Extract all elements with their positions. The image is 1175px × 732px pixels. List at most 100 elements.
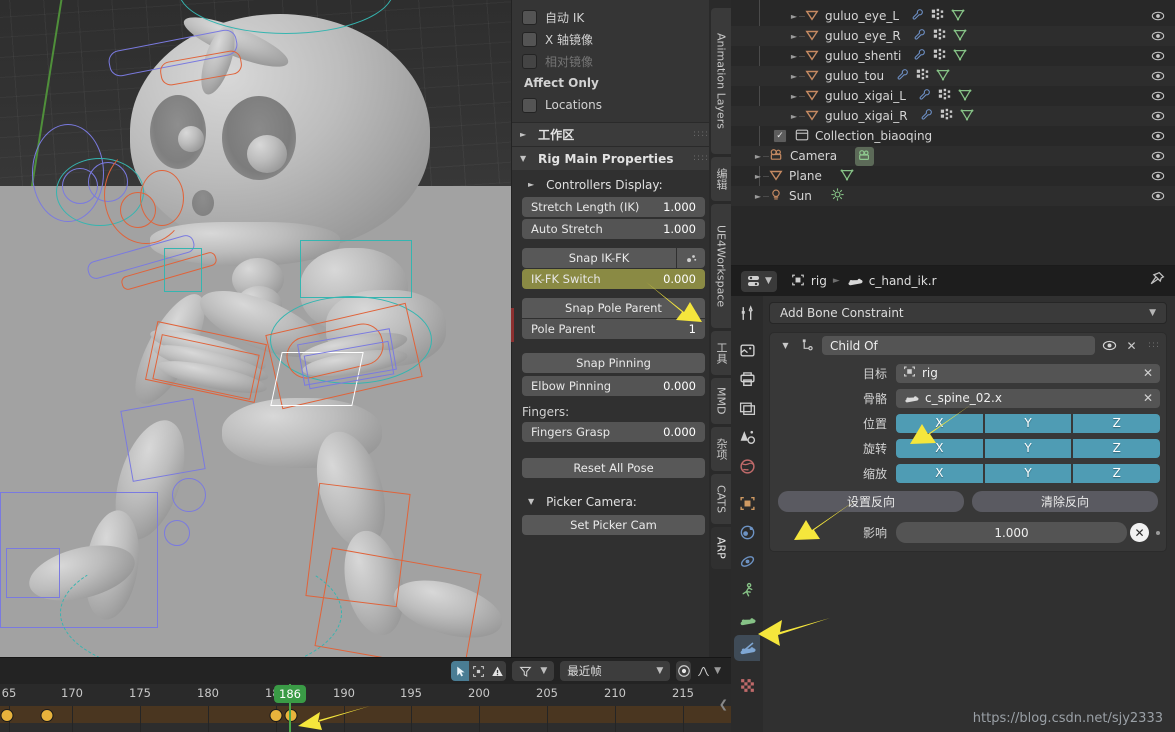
expand-triangle-icon[interactable]: ►	[753, 171, 763, 181]
interpolation-dropdown[interactable]: ▼	[693, 665, 721, 678]
current-frame-indicator[interactable]: 186	[274, 685, 306, 703]
keyframe-marker[interactable]	[0, 709, 14, 722]
breadcrumb-object-name[interactable]: rig	[811, 274, 827, 288]
constraint-target-row[interactable]: 目标 rig ✕	[776, 362, 1160, 384]
checkbox-auto-ik[interactable]	[522, 9, 537, 25]
light-data-icon[interactable]	[830, 187, 845, 205]
field-stretch-length-ik[interactable]: Stretch Length (IK) 1.000	[522, 197, 705, 217]
clear-influence-keyframe-icon[interactable]: ✕	[1130, 523, 1149, 542]
keyframe-marker[interactable]	[284, 709, 298, 722]
outliner-row-guluo-eye-r[interactable]: ► guluo_eye_R	[731, 26, 1175, 46]
modifier-icon[interactable]	[938, 88, 951, 104]
tab-modifiers[interactable]	[734, 519, 760, 545]
outliner-editor[interactable]: ► guluo_eye_L ► guluo_eye_R ► guluo_shen…	[731, 0, 1175, 265]
mesh-data-icon[interactable]	[960, 108, 974, 125]
constraint-bone-field[interactable]: c_spine_02.x ✕	[896, 388, 1160, 408]
reset-all-pose-button[interactable]: Reset All Pose	[522, 458, 705, 478]
sidebar-tab-arp[interactable]: ARP	[711, 527, 731, 569]
visibility-eye-icon[interactable]	[1151, 189, 1165, 203]
clear-bone-icon[interactable]: ✕	[1143, 391, 1153, 405]
side-panel-tab-strip[interactable]: Animation Layers 编辑 UE4Workspace 工具 MMD …	[709, 0, 731, 657]
set-inverse-button[interactable]: 设置反向	[778, 491, 964, 512]
checkbox-locations[interactable]	[522, 97, 537, 113]
option-x-axis-mirror[interactable]: X 轴镜像	[512, 28, 715, 50]
constraint-bone-row[interactable]: 骨骼 c_spine_02.x ✕	[776, 387, 1160, 409]
show-errors-icon[interactable]	[487, 661, 507, 681]
tab-physics[interactable]	[734, 548, 760, 574]
outliner-row-camera[interactable]: ► Camera	[731, 146, 1175, 166]
rotation-axis-toggles[interactable]: X Y Z	[896, 438, 1161, 458]
timeline-collapse-arrow-icon[interactable]: ❮	[719, 698, 728, 711]
modifier-icon[interactable]	[916, 68, 929, 84]
tab-view-layer[interactable]	[734, 395, 760, 421]
wrench-icon[interactable]	[913, 28, 926, 44]
snap-ik-fk-button[interactable]: Snap IK-FK	[522, 248, 676, 268]
constraint-delete-icon[interactable]: ✕	[1124, 338, 1139, 353]
visibility-eye-icon[interactable]	[1151, 49, 1165, 63]
panel-header-rig-main-properties[interactable]: ▼ Rig Main Properties ::::	[512, 146, 715, 170]
option-locations[interactable]: Locations	[512, 94, 715, 116]
visibility-eye-icon[interactable]	[1151, 129, 1165, 143]
checkbox-x-axis-mirror[interactable]	[522, 31, 537, 47]
scale-x-toggle[interactable]: X	[896, 463, 983, 483]
timeline-keyframe-track[interactable]	[0, 706, 731, 732]
outliner-row-guluo-tou[interactable]: ► guluo_tou	[731, 66, 1175, 86]
filter-dropdown[interactable]: ▼	[512, 661, 555, 681]
expand-triangle-icon[interactable]: ►	[789, 51, 799, 61]
keying-set-dropdown[interactable]: 最近帧 ▼	[560, 661, 671, 681]
expand-triangle-icon[interactable]: ►	[753, 151, 763, 161]
rotation-x-toggle[interactable]: X	[896, 438, 983, 458]
constraint-rotation-row[interactable]: 旋转 X Y Z	[776, 437, 1161, 459]
field-auto-stretch[interactable]: Auto Stretch 1.000	[522, 219, 705, 239]
location-z-toggle[interactable]: Z	[1073, 413, 1161, 433]
outliner-row-collection-biaoqing[interactable]: ✓ Collection_biaoqing	[731, 126, 1175, 146]
subpanel-picker-camera[interactable]: ▼ Picker Camera:	[512, 491, 715, 512]
auto-keying-controls[interactable]: ▼	[676, 661, 721, 681]
tab-tool[interactable]	[734, 300, 760, 326]
add-bone-constraint-dropdown[interactable]: Add Bone Constraint ▼	[769, 302, 1167, 324]
pin-id-icon[interactable]	[1148, 271, 1165, 291]
tab-object-data-armature[interactable]	[734, 577, 760, 603]
visibility-eye-icon[interactable]	[1151, 169, 1165, 183]
wrench-icon[interactable]	[918, 88, 931, 104]
drag-grip-icon[interactable]: ::::	[693, 131, 707, 138]
visibility-eye-icon[interactable]	[1151, 29, 1165, 43]
modifier-icon[interactable]	[931, 8, 944, 24]
show-hidden-icon[interactable]	[469, 661, 488, 681]
field-elbow-pinning[interactable]: Elbow Pinning 0.000	[522, 376, 705, 396]
constraint-influence-row[interactable]: 影响 1.000 ✕	[776, 522, 1160, 543]
outliner-row-guluo-xigai-l[interactable]: ► guluo_xigai_L	[731, 86, 1175, 106]
properties-header[interactable]: ▼ rig ► c_hand_ik.r	[731, 266, 1175, 296]
wrench-icon[interactable]	[913, 48, 926, 64]
panel-header-workspace[interactable]: ► 工作区 ::::	[512, 122, 715, 146]
timeline-header[interactable]: ▼ 最近帧 ▼ ▼	[451, 658, 731, 684]
location-y-toggle[interactable]: Y	[984, 413, 1072, 433]
breadcrumb-bone-name[interactable]: c_hand_ik.r	[869, 274, 937, 288]
constraint-visibility-eye-icon[interactable]	[1102, 338, 1117, 353]
constraint-drag-grip-icon[interactable]: ::::	[1146, 338, 1158, 353]
subpanel-controllers-display[interactable]: ► Controllers Display:	[512, 174, 715, 195]
animate-property-dot-icon[interactable]	[1156, 530, 1160, 535]
tab-render[interactable]	[734, 337, 760, 363]
wrench-icon[interactable]	[911, 8, 924, 24]
outliner-row-sun[interactable]: ► Sun	[731, 186, 1175, 206]
breadcrumb[interactable]: rig ► c_hand_ik.r	[791, 272, 937, 290]
visibility-eye-icon[interactable]	[1151, 69, 1165, 83]
mesh-data-icon[interactable]	[953, 48, 967, 65]
rotation-z-toggle[interactable]: Z	[1073, 438, 1161, 458]
tab-bone-constraint[interactable]	[734, 635, 760, 661]
keyframe-marker[interactable]	[40, 709, 54, 722]
properties-editor[interactable]: ▼ rig ► c_hand_ik.r Add Bone Constraint …	[731, 265, 1175, 732]
expand-triangle-icon[interactable]: ►	[789, 91, 799, 101]
mesh-data-icon[interactable]	[953, 28, 967, 45]
location-x-toggle[interactable]: X	[896, 413, 983, 433]
side-panel-scroll-area[interactable]: 自动 IK X 轴镜像 相对镜像 Affect Only Locations ►…	[512, 0, 715, 657]
auto-keying-icon[interactable]	[676, 661, 692, 681]
mesh-data-icon[interactable]	[951, 8, 965, 25]
modifier-icon[interactable]	[940, 108, 953, 124]
summary-channel-strip[interactable]	[0, 706, 731, 723]
timeline-editor[interactable]: ▼ 最近帧 ▼ ▼ 65 170 175 180 185 190 195 200…	[0, 657, 731, 732]
modifier-icon[interactable]	[933, 28, 946, 44]
sidebar-tab-ue4workspace[interactable]: UE4Workspace	[711, 204, 731, 328]
scale-y-toggle[interactable]: Y	[984, 463, 1072, 483]
